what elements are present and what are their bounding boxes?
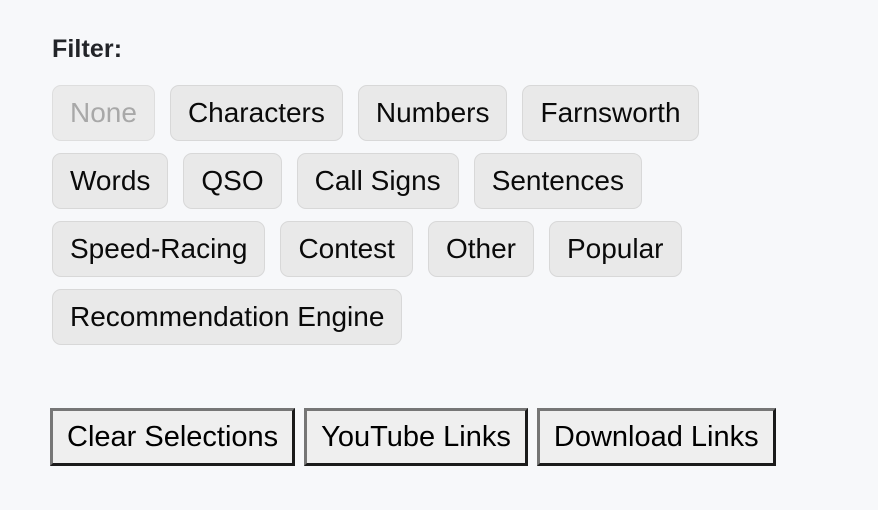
filter-row: Speed-Racing Contest Other Popular: [52, 221, 852, 277]
filter-pill-numbers[interactable]: Numbers: [357, 85, 508, 141]
filter-label: Filter:: [52, 35, 123, 63]
filter-row: Recommendation Engine: [52, 289, 852, 345]
filter-pill-other[interactable]: Other: [427, 221, 534, 277]
download-links-button[interactable]: Download Links: [536, 408, 776, 466]
filter-pill-contest[interactable]: Contest: [280, 221, 413, 277]
filter-pill-farnsworth[interactable]: Farnsworth: [522, 85, 699, 141]
filter-row: None Characters Numbers Farnsworth: [52, 85, 852, 141]
filter-panel: Filter: None Characters Numbers Farnsworth W…: [0, 0, 878, 510]
action-button-row: Clear Selections YouTube Links Download Li…: [50, 408, 776, 466]
youtube-links-button[interactable]: YouTube Links: [304, 408, 528, 466]
filter-row: Words QSO Call Signs Sentences: [52, 153, 852, 209]
filter-pill-popular[interactable]: Popular: [548, 221, 682, 277]
filter-pill-sentences[interactable]: Sentences: [473, 153, 643, 209]
filter-pill-none: None: [52, 85, 155, 141]
filter-pill-recommendation-engine[interactable]: Recommendation Engine: [52, 289, 403, 345]
filter-pill-words[interactable]: Words: [52, 153, 169, 209]
clear-selections-button[interactable]: Clear Selections: [50, 408, 296, 466]
filter-pill-group: None Characters Numbers Farnsworth Words QSO C…: [52, 85, 852, 357]
filter-pill-speed-racing[interactable]: Speed-Racing: [52, 221, 266, 277]
filter-pill-characters[interactable]: Characters: [169, 85, 343, 141]
filter-pill-call-signs[interactable]: Call Signs: [296, 153, 459, 209]
filter-pill-qso[interactable]: QSO: [183, 153, 282, 209]
